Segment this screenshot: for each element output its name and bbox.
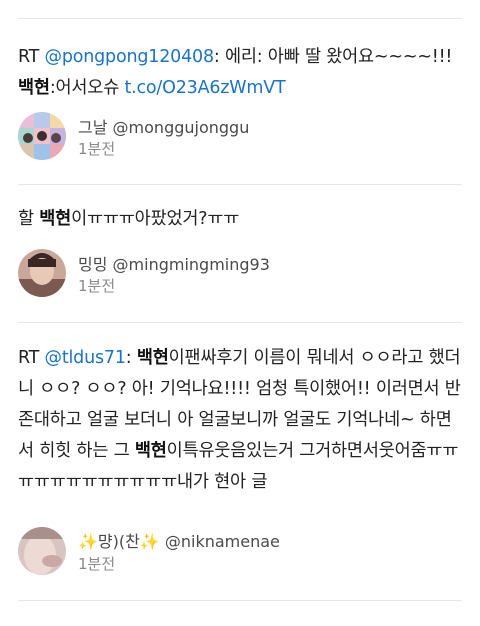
author-name: 그날 xyxy=(78,118,108,137)
author-line[interactable]: 그날 @monggujonggu xyxy=(78,114,249,138)
tweet-text-bold: 백현 xyxy=(18,78,50,98)
divider-bottom xyxy=(18,600,462,601)
timestamp: 1분전 xyxy=(78,277,116,295)
mention-link[interactable]: @tldus71 xyxy=(45,348,126,368)
timestamp: 1분전 xyxy=(78,555,116,573)
tweet-2-text: 할 백현이ㅠㅠㅠ아팠었거?ㅠㅠ xyxy=(18,204,464,235)
retweet-prefix: RT xyxy=(18,47,45,67)
tweet-text-part: :어서오슈 xyxy=(49,78,125,98)
tweet-text-part: 이ㅠㅠㅠ아팠었거?ㅠㅠ xyxy=(71,209,240,229)
author-name: 밍밍 xyxy=(78,255,108,274)
tweet-3-text: RT @tldus71: 백현이팬싸후기 이름이 뭐네서 ㅇㅇ라고 했더니 ㅇㅇ… xyxy=(18,343,464,498)
tweet-1-text: RT @pongpong120408: 에리: 아빠 딸 왔어요~~~~!!! … xyxy=(18,42,464,104)
avatar[interactable] xyxy=(18,112,66,160)
divider-top xyxy=(18,18,462,19)
mention-link[interactable]: @pongpong120408 xyxy=(45,47,215,67)
avatar[interactable] xyxy=(18,527,66,575)
avatar[interactable] xyxy=(18,249,66,297)
author-handle: @niknamenae xyxy=(164,532,280,551)
author-line[interactable]: 밍밍 @mingmingming93 xyxy=(78,251,270,275)
timestamp: 1분전 xyxy=(78,140,116,158)
url-link[interactable]: t.co/O23A6zWmVT xyxy=(124,78,285,98)
divider xyxy=(18,184,462,185)
author-handle: @mingmingming93 xyxy=(112,255,270,274)
author-line[interactable]: ✨먕)(찬✨ @niknamenae xyxy=(78,528,280,552)
tweet-text-part: : 에리: 아빠 딸 왔어요~~~~!!! xyxy=(213,47,453,67)
author-handle: @monggujonggu xyxy=(112,118,250,137)
retweet-prefix: RT xyxy=(18,348,45,368)
tweet-text-bold: 백현 xyxy=(134,441,167,461)
tweet-text-bold: 백현 xyxy=(39,209,72,229)
divider xyxy=(18,322,462,323)
author-name: ✨먕)(찬✨ xyxy=(78,532,160,551)
tweet-text-part: : xyxy=(125,348,137,368)
tweet-text-bold: 백현 xyxy=(136,348,169,368)
tweet-text-part: 할 xyxy=(18,209,40,229)
